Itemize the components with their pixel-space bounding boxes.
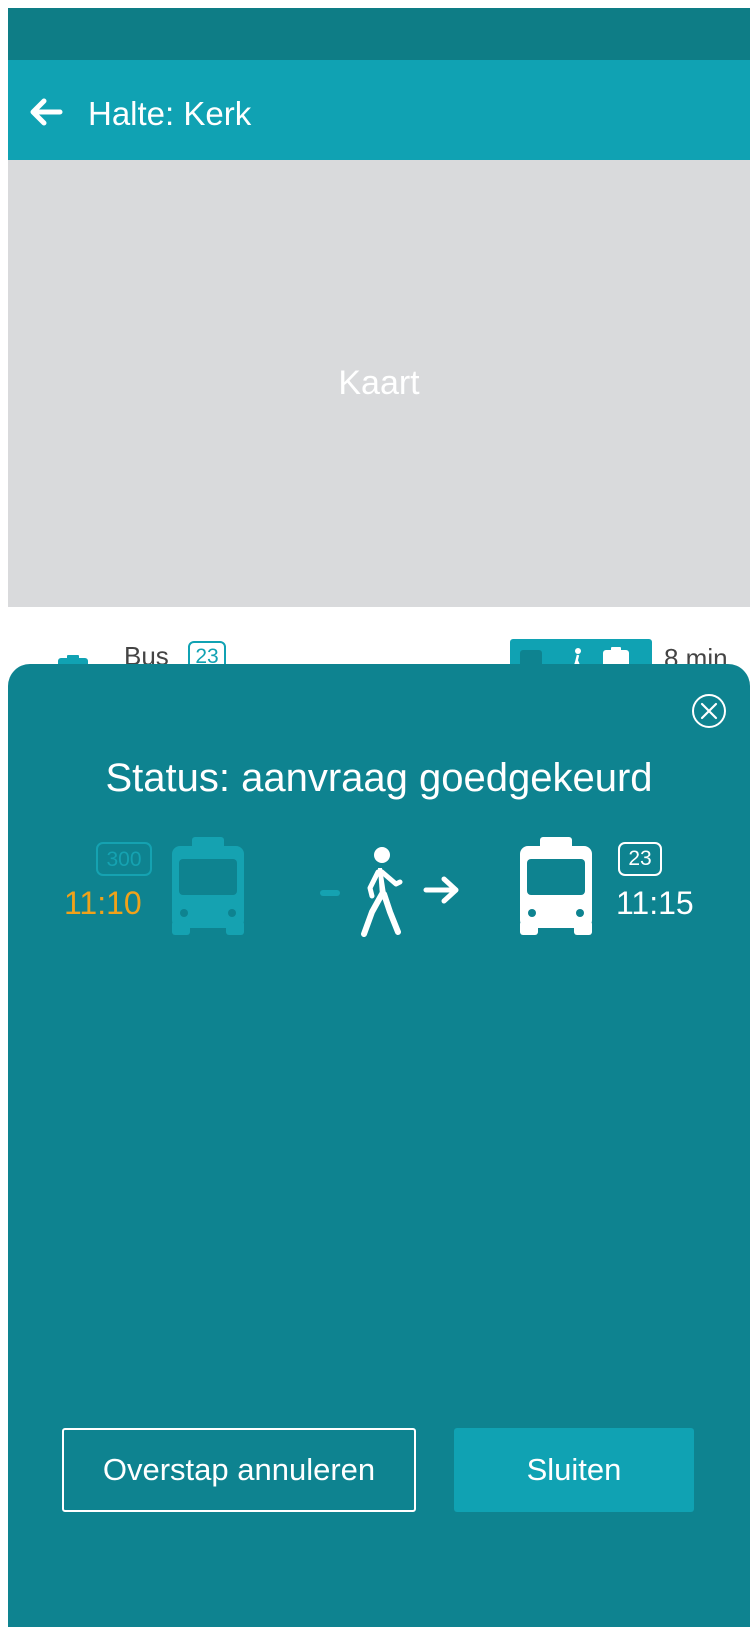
bus-icon xyxy=(172,837,244,935)
app-bar: Halte: Kerk xyxy=(8,60,750,160)
transfer-status-sheet: Status: aanvraag goedgekeurd 300 11:10 2… xyxy=(8,664,750,1627)
status-bar xyxy=(8,8,750,60)
page-title: Halte: Kerk xyxy=(88,95,252,132)
from-line-badge: 300 xyxy=(96,842,152,876)
close-circle-icon xyxy=(692,694,726,728)
arrow-right-icon xyxy=(423,876,459,904)
close-button[interactable] xyxy=(690,692,728,730)
to-time: 11:15 xyxy=(616,885,694,921)
from-time: 11:10 xyxy=(64,885,142,921)
map-label: Kaart xyxy=(338,364,420,402)
walking-person-icon xyxy=(361,847,403,937)
to-line-badge: 23 xyxy=(618,842,662,876)
map-area[interactable]: Kaart xyxy=(8,160,750,607)
status-title: Status: aanvraag goedgekeurd xyxy=(105,756,653,800)
cancel-transfer-button[interactable]: Overstap annuleren xyxy=(62,1428,416,1512)
route-chip xyxy=(510,639,652,667)
back-button[interactable] xyxy=(24,90,68,134)
connector-dash xyxy=(320,890,340,896)
bus-icon xyxy=(520,837,592,935)
list-item[interactable]: Bus 23 8 min xyxy=(8,607,750,667)
close-sheet-button[interactable]: Sluiten xyxy=(454,1428,694,1512)
arrow-left-icon xyxy=(30,98,63,126)
